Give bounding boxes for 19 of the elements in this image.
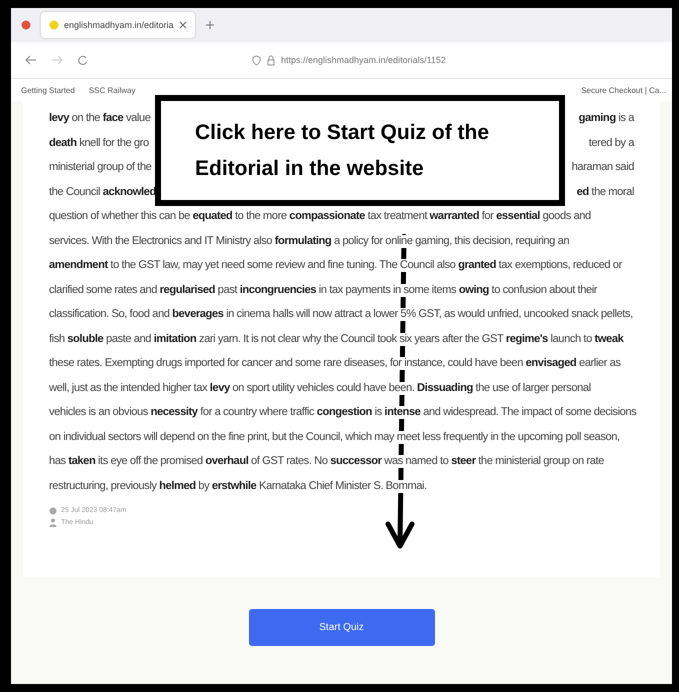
- site-icon: [49, 20, 59, 30]
- close-icon[interactable]: [178, 21, 187, 29]
- bookmark[interactable]: SSC Railway: [88, 86, 136, 94]
- callout-text: Click here to Start Quiz of the: [195, 120, 490, 146]
- person-icon: [49, 518, 57, 526]
- shield-icon[interactable]: [252, 54, 261, 66]
- bookmark[interactable]: Getting Started: [21, 86, 75, 94]
- clock-icon: [49, 506, 57, 514]
- bookmark[interactable]: Secure Checkout | Ca...: [581, 86, 666, 94]
- tab-title: englishmadhyam.in/editoria: [64, 20, 174, 30]
- lock-icon[interactable]: [267, 54, 275, 66]
- browser-logo-icon[interactable]: [21, 20, 31, 30]
- browser-tab[interactable]: englishmadhyam.in/editoria: [41, 12, 195, 38]
- callout-text: Editorial in the website: [195, 156, 425, 182]
- back-icon[interactable]: [25, 55, 37, 65]
- address-bar[interactable]: https://englishmadhyam.in/editorials/1152: [281, 55, 446, 65]
- start-quiz-button[interactable]: Start Quiz: [248, 608, 434, 646]
- plus-icon[interactable]: [204, 20, 215, 30]
- reload-icon[interactable]: [77, 54, 88, 66]
